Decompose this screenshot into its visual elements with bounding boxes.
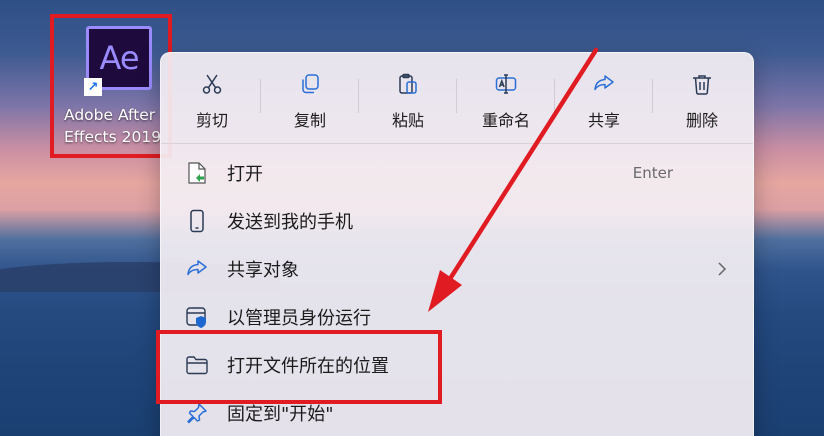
rename-icon [493,71,519,97]
copy-icon [297,71,323,97]
desktop: Ae ↗ Adobe After Effects 2019 剪切 复制 粘贴 重… [0,0,824,436]
share-icon [591,71,617,97]
trash-icon [689,71,715,97]
share-label: 共享 [587,111,620,130]
phone-icon [185,209,209,233]
share-icon [185,257,209,281]
share-with-label: 共享对象 [227,260,299,281]
pin-icon [185,401,209,425]
paste-button[interactable]: 粘贴 [359,65,457,135]
run-as-admin-label: 以管理员身份运行 [227,308,371,329]
admin-shield-icon [185,305,209,329]
paste-icon [395,71,421,97]
cut-label: 剪切 [195,111,228,130]
cut-button[interactable]: 剪切 [163,65,261,135]
chevron-right-icon [715,262,729,276]
rename-button[interactable]: 重命名 [457,65,555,135]
share-button[interactable]: 共享 [555,65,653,135]
copy-button[interactable]: 复制 [261,65,359,135]
context-menu-toolbar: 剪切 复制 粘贴 重命名 共享 删除 [161,65,755,135]
delete-button[interactable]: 删除 [653,65,751,135]
delete-label: 删除 [685,111,718,130]
menu-item-share-with[interactable]: 共享对象 [161,245,753,293]
open-file-icon [185,161,209,185]
open-shortcut: Enter [632,164,673,182]
rename-label: 重命名 [481,111,530,130]
menu-divider [161,143,753,144]
highlight-box-shortcut [50,14,172,158]
menu-item-send-to-phone[interactable]: 发送到我的手机 [161,197,753,245]
send-to-phone-label: 发送到我的手机 [227,212,353,233]
copy-label: 复制 [293,111,326,130]
scissors-icon [199,71,225,97]
open-label: 打开 [227,164,263,185]
menu-item-open[interactable]: 打开 Enter [161,149,753,197]
paste-label: 粘贴 [391,111,424,130]
highlight-box-open-file-location [156,330,442,404]
